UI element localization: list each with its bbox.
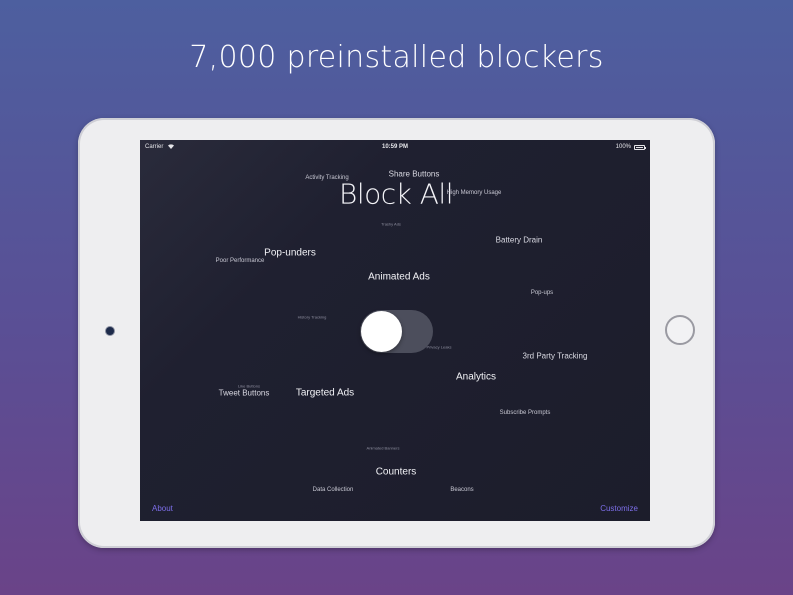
tag-subscribe-prompts: Subscribe Prompts (499, 410, 551, 416)
tag-tweet-buttons: Tweet Buttons (218, 388, 270, 398)
customize-link[interactable]: Customize (600, 504, 638, 513)
about-link[interactable]: About (152, 504, 173, 513)
block-all-toggle[interactable] (360, 310, 433, 353)
tag-privacy-leaks: Privacy Leaks (426, 344, 452, 350)
tag-history-tracking: History Tracking (297, 314, 327, 320)
tag-beacons: Beacons (450, 487, 474, 493)
camera-icon (106, 327, 114, 335)
tag-pop-unders: Pop-unders (264, 247, 316, 259)
tag-poor-performance: Poor Performance (215, 258, 265, 264)
tag-animated-ads: Animated Ads (368, 271, 430, 283)
tag-counters: Counters (375, 466, 417, 478)
tag-pop-ups: Pop-ups (530, 290, 554, 296)
app-screen: Carrier 10:59 PM 100% Share Buttons Acti… (140, 140, 650, 521)
ipad-frame: Carrier 10:59 PM 100% Share Buttons Acti… (78, 118, 715, 548)
tag-animated-banners: Animated Banners (366, 445, 400, 451)
tag-high-memory-usage: High Memory Usage (446, 190, 502, 196)
status-time: 10:59 PM (381, 144, 408, 150)
toggle-knob[interactable] (361, 311, 402, 352)
tag-targeted-ads: Targeted Ads (295, 387, 355, 399)
status-battery: 100% (615, 144, 646, 150)
tag-trashy-ads: Trashy Ads (381, 221, 401, 227)
battery-icon (634, 144, 646, 150)
status-bar: Carrier 10:59 PM 100% (140, 140, 650, 154)
headline: 7,000 preinstalled blockers (189, 40, 604, 75)
tag-battery-drain: Battery Drain (495, 235, 543, 245)
battery-percent: 100% (615, 144, 631, 150)
block-all-label: Block All (339, 177, 453, 211)
tag-data-collection: Data Collection (312, 487, 354, 493)
tag-analytics: Analytics (455, 371, 497, 383)
tag-third-party-tracking: 3rd Party Tracking (522, 351, 588, 361)
home-button[interactable] (665, 315, 695, 345)
